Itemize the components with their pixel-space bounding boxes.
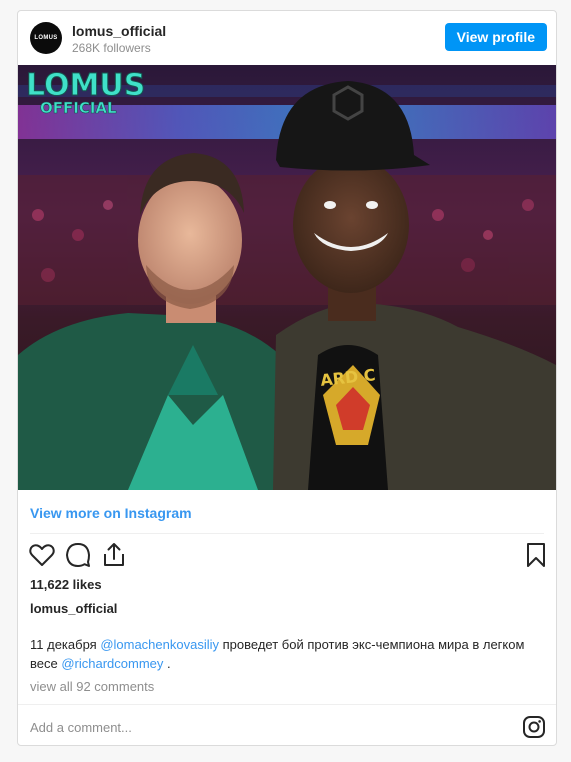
photo-illustration: LOMUS OFFICIAL ARD C <box>18 65 556 490</box>
caption-part: 11 декабря <box>30 637 101 652</box>
comment-icon[interactable] <box>64 541 92 569</box>
share-icon[interactable] <box>100 541 128 569</box>
divider <box>30 533 544 534</box>
caption-text: 11 декабря @lomachenkovasiliy проведет б… <box>30 635 530 673</box>
caption-part: . <box>163 656 171 671</box>
post-header: LOMUS lomus_official 268K followers View… <box>18 11 556 65</box>
heart-icon[interactable] <box>28 541 56 569</box>
avatar[interactable]: LOMUS <box>30 22 62 54</box>
caption-username[interactable]: lomus_official <box>30 601 117 616</box>
bookmark-icon[interactable] <box>522 541 550 569</box>
follower-count: 268K followers <box>72 41 151 55</box>
username[interactable]: lomus_official <box>72 23 166 39</box>
watermark-line2: OFFICIAL <box>40 99 117 117</box>
action-bar <box>18 541 556 571</box>
view-profile-button[interactable]: View profile <box>444 23 547 51</box>
mention-link[interactable]: @richardcommey <box>61 656 163 671</box>
add-comment-input[interactable] <box>30 715 510 739</box>
instagram-embed-card: LOMUS lomus_official 268K followers View… <box>17 10 557 746</box>
instagram-logo-icon[interactable] <box>522 715 546 739</box>
post-photo[interactable]: LOMUS OFFICIAL ARD C <box>18 65 556 490</box>
view-all-comments-link[interactable]: view all 92 comments <box>30 679 154 694</box>
divider <box>18 704 556 705</box>
avatar-logo-text: LOMUS <box>34 35 58 41</box>
watermark-line1: LOMUS <box>26 68 145 103</box>
mention-link[interactable]: @lomachenkovasiliy <box>100 637 219 652</box>
likes-count[interactable]: 11,622 likes <box>30 577 102 592</box>
view-more-on-instagram-link[interactable]: View more on Instagram <box>30 505 192 521</box>
